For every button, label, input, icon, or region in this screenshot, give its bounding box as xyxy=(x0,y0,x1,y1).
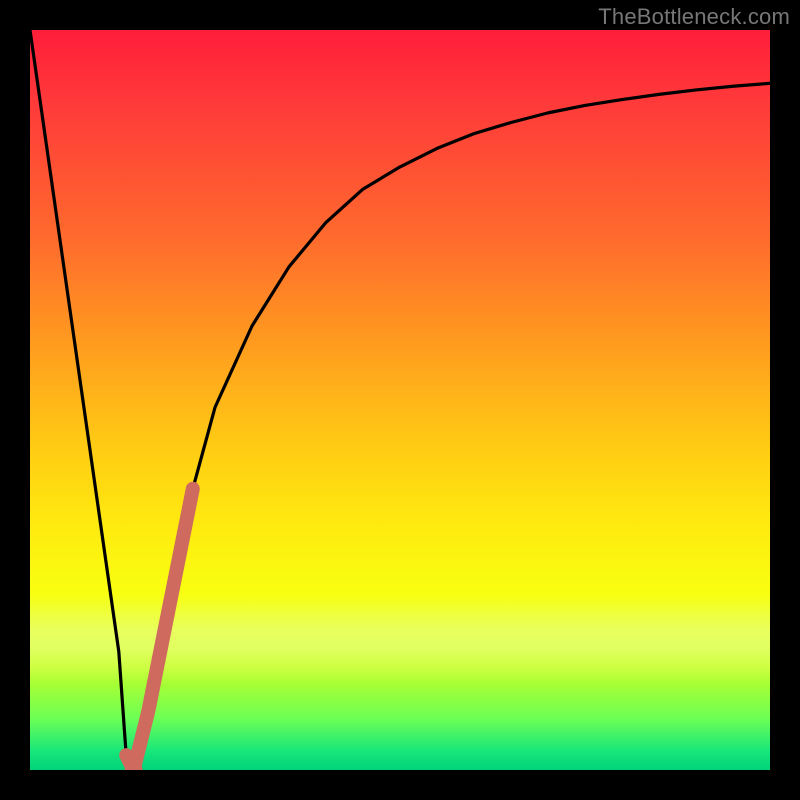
bottleneck-curve-svg xyxy=(30,30,770,770)
curve-minimum-dot xyxy=(125,761,143,770)
watermark-text: TheBottleneck.com xyxy=(598,4,790,30)
curve-highlight-segment xyxy=(126,489,193,770)
bottleneck-curve xyxy=(30,30,770,770)
pale-band-overlay xyxy=(30,594,770,684)
plot-area xyxy=(30,30,770,770)
chart-frame: TheBottleneck.com xyxy=(0,0,800,800)
